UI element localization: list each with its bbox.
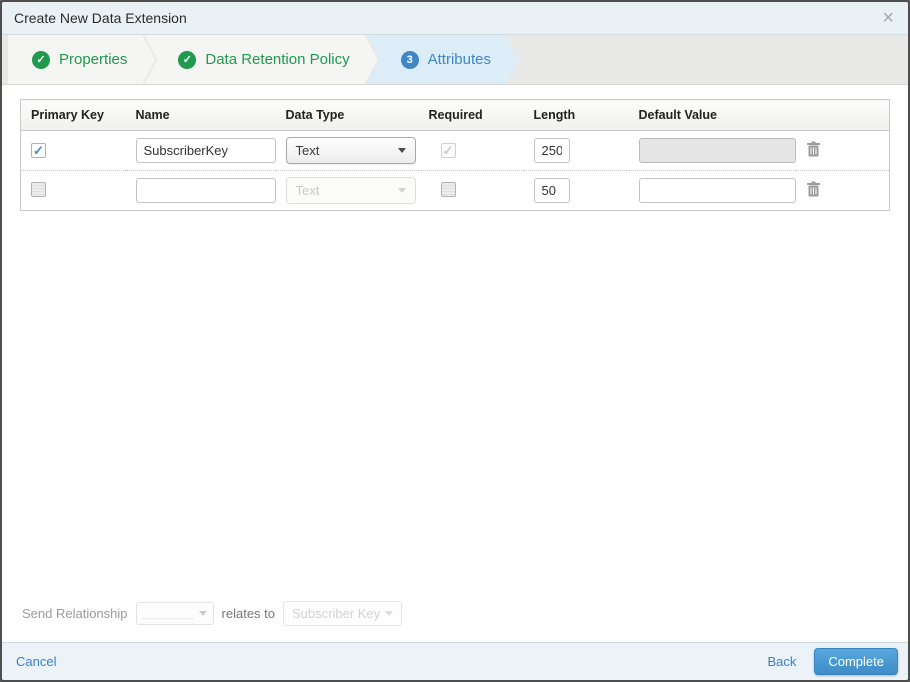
default-value-input[interactable] — [638, 178, 796, 203]
send-relationship-row: Send Relationship relates to Subscriber … — [20, 601, 890, 642]
table-header-row: Primary Key Name Data Type Required Leng… — [20, 99, 890, 131]
wizard-stepbar: ✓ Properties ✓ Data Retention Policy 3 A… — [2, 35, 908, 85]
send-relationship-label: Send Relationship — [22, 606, 128, 621]
delete-row-button[interactable] — [806, 181, 821, 198]
col-header-name: Name — [125, 99, 276, 131]
step-label: Data Retention Policy — [205, 51, 350, 68]
primary-key-checkbox[interactable] — [31, 181, 46, 197]
step-label: Attributes — [427, 51, 491, 68]
attribute-row-2: Text — [20, 170, 890, 211]
name-input[interactable] — [135, 138, 276, 163]
data-type-value: Text — [295, 143, 320, 158]
attributes-table: Primary Key Name Data Type Required Leng… — [20, 99, 890, 211]
step-data-retention-policy[interactable]: ✓ Data Retention Policy — [144, 35, 377, 84]
col-header-required: Required — [418, 99, 524, 131]
dropdown-arrow-icon — [397, 188, 406, 193]
subscriber-key-value: Subscriber Key — [292, 606, 381, 621]
modal-footer: Cancel Back Complete — [2, 642, 908, 680]
modal-titlebar: Create New Data Extension × — [2, 2, 908, 35]
trash-icon — [806, 141, 820, 156]
name-input[interactable] — [135, 178, 276, 203]
delete-row-button[interactable] — [806, 141, 821, 158]
cancel-link[interactable]: Cancel — [16, 654, 56, 669]
dropdown-arrow-icon — [385, 611, 394, 616]
attribute-row-1: Text — [21, 131, 890, 171]
trash-icon — [806, 181, 820, 196]
step-properties[interactable]: ✓ Properties — [8, 35, 155, 84]
modal-title: Create New Data Extension — [14, 10, 187, 26]
create-data-extension-modal: Create New Data Extension × ✓ Properties… — [0, 0, 910, 682]
col-header-default-value: Default Value — [628, 99, 796, 131]
data-type-value: Text — [295, 183, 320, 198]
required-checkbox — [440, 143, 456, 158]
col-header-primary-key: Primary Key — [20, 99, 126, 131]
modal-content: Primary Key Name Data Type Required Leng… — [2, 85, 908, 642]
step-attributes[interactable]: 3 Attributes — [367, 35, 519, 84]
empty-value-placeholder — [142, 608, 193, 620]
col-header-length: Length — [523, 99, 629, 131]
default-value-input — [638, 138, 796, 163]
col-header-actions — [795, 99, 890, 131]
dropdown-arrow-icon — [397, 148, 406, 153]
complete-button[interactable]: Complete — [814, 648, 898, 675]
subscriber-key-select: Subscriber Key — [283, 601, 403, 626]
check-circle-icon: ✓ — [178, 51, 196, 69]
step-number-badge: 3 — [401, 51, 419, 69]
relates-to-label: relates to — [221, 606, 276, 621]
step-label: Properties — [59, 51, 128, 68]
back-link[interactable]: Back — [767, 654, 796, 669]
required-checkbox[interactable] — [440, 181, 456, 197]
length-input[interactable] — [533, 178, 570, 203]
send-relationship-select — [135, 602, 214, 625]
check-circle-icon: ✓ — [32, 51, 50, 69]
dropdown-arrow-icon — [198, 611, 207, 616]
length-input[interactable] — [533, 138, 570, 163]
data-type-select: Text — [285, 177, 416, 204]
data-type-select[interactable]: Text — [285, 137, 416, 164]
close-icon[interactable]: × — [880, 8, 896, 28]
primary-key-checkbox[interactable] — [31, 143, 46, 158]
col-header-data-type: Data Type — [275, 99, 419, 131]
